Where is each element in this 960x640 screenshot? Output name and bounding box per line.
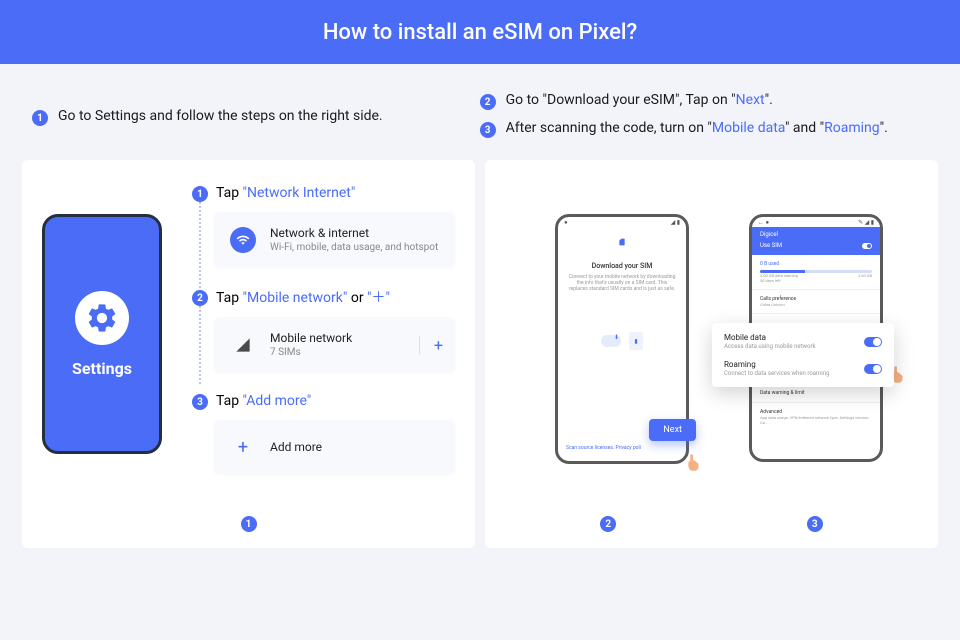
download-illustration: ▮ bbox=[558, 332, 686, 350]
substep-1-badge: 1 bbox=[192, 186, 208, 202]
panel-badge-3: 3 bbox=[807, 516, 823, 532]
panel-badge-1: 1 bbox=[241, 516, 257, 532]
download-sim-phone: ●◢ ▮ Download your SIM Connect to your m… bbox=[555, 214, 689, 464]
card-title: Network & internet bbox=[270, 226, 438, 240]
status-bar: ← ●✎ ◢ ▮ bbox=[752, 217, 880, 227]
add-more-card: + Add more bbox=[214, 420, 455, 474]
steps-column: 1 Tap "Network Internet" Network & inter… bbox=[192, 184, 455, 506]
cloud-icon bbox=[601, 335, 621, 347]
panels-row: Settings 1 Tap "Network Internet" bbox=[0, 160, 960, 548]
next-button: Next bbox=[649, 419, 696, 441]
top-instructions: 1 Go to Settings and follow the steps on… bbox=[0, 64, 960, 160]
instruction-1-text: Go to Settings and follow the steps on t… bbox=[58, 108, 383, 124]
instruction-right: 2 Go to "Download your eSIM", Tap on "Ne… bbox=[480, 92, 928, 148]
plus-icon: + bbox=[419, 335, 443, 354]
roaming-toggle bbox=[864, 364, 882, 374]
substep-2-badge: 2 bbox=[192, 290, 208, 306]
instruction-3-text: After scanning the code, turn on "Mobile… bbox=[506, 120, 888, 136]
mobile-network-card: Mobile network 7 SIMs + bbox=[214, 317, 455, 372]
card-title: Mobile network bbox=[270, 331, 352, 345]
highlight-next: Next bbox=[736, 92, 765, 108]
roaming-title: Roaming bbox=[724, 360, 829, 369]
page-title: How to install an eSIM on Pixel? bbox=[323, 20, 637, 45]
step-badge-2: 2 bbox=[480, 94, 496, 110]
mobile-data-sub: Access data using mobile network bbox=[724, 343, 816, 350]
mobile-data-toggle bbox=[864, 337, 882, 347]
carrier-name: Digicel bbox=[760, 231, 872, 238]
status-bar: ●◢ ▮ bbox=[558, 217, 686, 227]
card-subtitle: Wi-Fi, mobile, data usage, and hotspot bbox=[270, 242, 438, 253]
panel-2: ●◢ ▮ Download your SIM Connect to your m… bbox=[485, 160, 938, 548]
use-sim-toggle bbox=[862, 243, 872, 249]
instruction-2-text: Go to "Download your eSIM", Tap on "Next… bbox=[506, 92, 773, 108]
panel-2-footer: 2 3 bbox=[505, 506, 918, 532]
data-usage-item: 0 B used 2.00 GB data warning30 days lef… bbox=[752, 255, 880, 290]
download-sim-title: Download your SIM bbox=[558, 262, 686, 270]
highlight-roaming: Roaming bbox=[824, 120, 880, 136]
calls-pref-item: Calls preference China Unicom bbox=[752, 290, 880, 314]
mobile-data-title: Mobile data bbox=[724, 333, 816, 342]
download-sim-desc: Connect to your mobile network by downlo… bbox=[558, 270, 686, 296]
hand-pointer-icon bbox=[682, 451, 704, 473]
advanced-item: Advanced App data usage, VPN/tethered ne… bbox=[752, 403, 880, 431]
step-badge-1: 1 bbox=[32, 110, 48, 126]
substep-3-badge: 3 bbox=[192, 394, 208, 410]
sim-topbar: Digicel Use SIM bbox=[752, 227, 880, 255]
card-title: Add more bbox=[270, 440, 322, 454]
settings-phone-mock: Settings bbox=[42, 214, 162, 454]
panel-badge-2: 2 bbox=[600, 516, 616, 532]
step-badge-3: 3 bbox=[480, 122, 496, 138]
header: How to install an eSIM on Pixel? bbox=[0, 0, 960, 64]
sim-icon bbox=[618, 238, 626, 246]
toggle-popup: Mobile data Access data using mobile net… bbox=[712, 323, 894, 387]
gear-icon bbox=[75, 291, 129, 345]
download-sim-footer: Scan source licenses. Privacy poli bbox=[566, 445, 641, 451]
substep-3: 3 Tap "Add more" + Add more bbox=[192, 392, 455, 474]
substep-2-text: Tap "Mobile network" or "＋" bbox=[216, 287, 390, 307]
card-subtitle: 7 SIMs bbox=[270, 347, 352, 358]
sim-settings-phone: ← ●✎ ◢ ▮ Digicel Use SIM 0 B used 2.00 G… bbox=[749, 214, 883, 462]
plus-icon: + bbox=[230, 434, 256, 460]
network-internet-card: Network & internet Wi-Fi, mobile, data u… bbox=[214, 212, 455, 267]
highlight-mobile-data: Mobile data bbox=[712, 120, 785, 136]
instruction-left: 1 Go to Settings and follow the steps on… bbox=[32, 92, 440, 148]
settings-label: Settings bbox=[72, 359, 132, 378]
substep-2: 2 Tap "Mobile network" or "＋" Mobile net… bbox=[192, 287, 455, 372]
panel-1: Settings 1 Tap "Network Internet" bbox=[22, 160, 475, 548]
sim-card-icon: ▮ bbox=[629, 332, 643, 350]
roaming-sub: Connect to data services when roaming bbox=[724, 370, 829, 377]
substep-3-text: Tap "Add more" bbox=[216, 393, 311, 409]
cellular-icon bbox=[230, 332, 256, 358]
substep-1-text: Tap "Network Internet" bbox=[216, 185, 355, 201]
substep-1: 1 Tap "Network Internet" Network & inter… bbox=[192, 184, 455, 267]
use-sim-label: Use SIM bbox=[760, 242, 782, 249]
panel-1-footer: 1 bbox=[42, 506, 455, 532]
wifi-icon bbox=[230, 227, 256, 253]
